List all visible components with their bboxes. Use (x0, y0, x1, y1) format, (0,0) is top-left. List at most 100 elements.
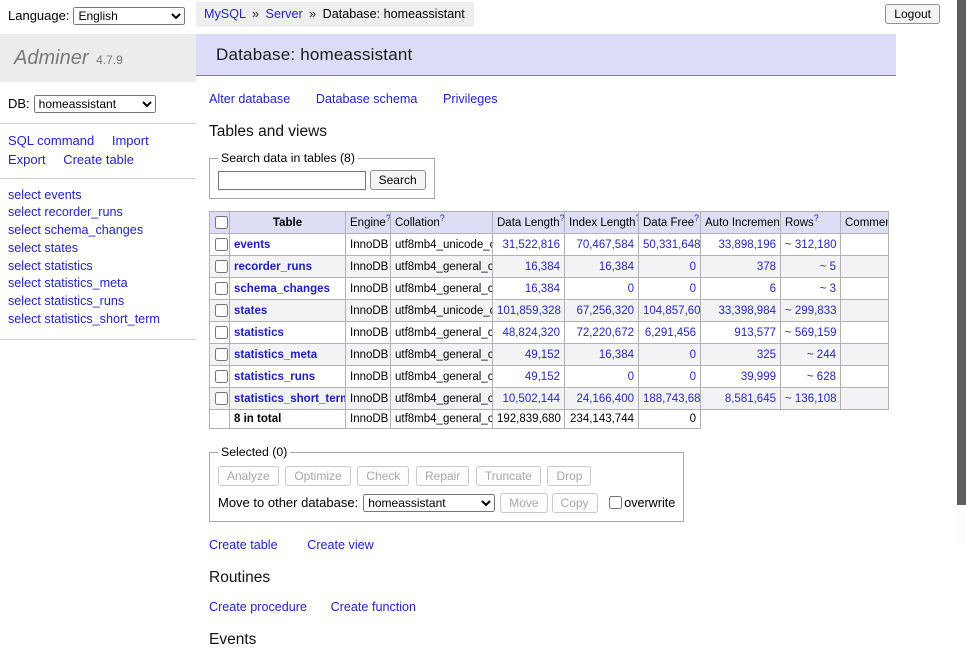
sidebar-item-select-statistics[interactable]: select statistics (8, 258, 188, 276)
data-length-link[interactable]: 49,152 (525, 371, 560, 383)
sidebar-create-table-link[interactable]: Create table (63, 152, 134, 167)
auto-increment-link[interactable]: 6 (770, 283, 776, 295)
table-link[interactable]: statistics_meta (234, 349, 317, 361)
data-length-help-link[interactable]: ? (560, 213, 565, 223)
sidebar-item-select-events[interactable]: select events (8, 187, 188, 205)
rows-link[interactable]: ~ 312,180 (785, 239, 836, 251)
create-view-link[interactable]: Create view (307, 538, 374, 552)
table-link[interactable]: states (234, 305, 267, 317)
sidebar-item-select-recorder-runs[interactable]: select recorder_runs (8, 204, 188, 222)
collation-help-link[interactable]: ? (440, 213, 445, 223)
data-length-link[interactable]: 16,384 (525, 261, 560, 273)
index-length-link[interactable]: 72,220,672 (576, 327, 634, 339)
alter-database-link[interactable]: Alter database (209, 92, 290, 106)
index-length-link[interactable]: 70,467,584 (576, 239, 634, 251)
auto-increment-link[interactable]: 39,999 (741, 371, 776, 383)
data-length-link[interactable]: 31,522,816 (502, 239, 560, 251)
data-free-link[interactable]: 6,291,456 (645, 327, 696, 339)
data-length-link[interactable]: 49,152 (525, 349, 560, 361)
auto-increment-link[interactable]: 325 (757, 349, 776, 361)
row-checkbox[interactable] (215, 238, 228, 251)
rows-link[interactable]: ~ 3 (820, 283, 836, 295)
analyze-button[interactable]: Analyze (218, 466, 279, 486)
data-free-link[interactable]: 0 (690, 349, 696, 361)
breadcrumb-server-link[interactable]: Server (266, 7, 303, 21)
table-link[interactable]: statistics_short_term (234, 393, 346, 405)
sidebar-item-select-schema-changes[interactable]: select schema_changes (8, 222, 188, 240)
scrollbar-track[interactable] (956, 0, 966, 543)
rows-link[interactable]: ~ 299,833 (785, 305, 836, 317)
auto-increment-link[interactable]: 33,898,196 (718, 239, 776, 251)
rows-link[interactable]: ~ 628 (807, 371, 836, 383)
breadcrumb-mysql-link[interactable]: MySQL (204, 7, 246, 21)
create-function-link[interactable]: Create function (331, 600, 416, 614)
row-checkbox[interactable] (215, 304, 228, 317)
auto-increment-link[interactable]: 913,577 (734, 327, 776, 339)
create-procedure-link[interactable]: Create procedure (209, 600, 307, 614)
row-checkbox[interactable] (215, 348, 228, 361)
table-link[interactable]: schema_changes (234, 283, 330, 295)
create-table-link[interactable]: Create table (209, 538, 278, 552)
row-checkbox[interactable] (215, 282, 228, 295)
optimize-button[interactable]: Optimize (285, 466, 350, 486)
search-input[interactable] (218, 171, 366, 190)
rows-link[interactable]: ~ 244 (807, 349, 836, 361)
engine-help-link[interactable]: ? (386, 213, 391, 223)
logout-button[interactable]: Logout (885, 4, 940, 24)
table-link[interactable]: recorder_runs (234, 261, 312, 273)
rows-link[interactable]: ~ 569,159 (785, 327, 836, 339)
data-free-link[interactable]: 0 (690, 261, 696, 273)
table-link[interactable]: statistics_runs (234, 371, 315, 383)
truncate-button[interactable]: Truncate (476, 466, 541, 486)
data-free-link[interactable]: 0 (690, 371, 696, 383)
index-length-link[interactable]: 0 (628, 371, 634, 383)
copy-button[interactable]: Copy (552, 493, 598, 513)
index-length-link[interactable]: 67,256,320 (576, 305, 634, 317)
row-checkbox[interactable] (215, 392, 228, 405)
scrollbar-thumb[interactable] (957, 0, 966, 505)
sidebar-sql-command-link[interactable]: SQL command (8, 133, 94, 148)
privileges-link[interactable]: Privileges (443, 92, 498, 106)
data-free-link[interactable]: 104,857,600 (643, 305, 701, 317)
data-free-link[interactable]: 0 (690, 283, 696, 295)
sidebar-item-select-states[interactable]: select states (8, 240, 188, 258)
data-length-link[interactable]: 48,824,320 (502, 327, 560, 339)
search-button[interactable]: Search (370, 170, 426, 190)
rows-link[interactable]: ~ 5 (820, 261, 836, 273)
data-free-link[interactable]: 188,743,680 (643, 393, 701, 405)
row-checkbox[interactable] (215, 260, 228, 273)
drop-button[interactable]: Drop (547, 466, 591, 486)
auto-increment-link[interactable]: 8,581,645 (725, 393, 776, 405)
database-schema-link[interactable]: Database schema (316, 92, 418, 106)
index-length-link[interactable]: 16,384 (599, 261, 634, 273)
data-length-link[interactable]: 101,859,328 (497, 305, 561, 317)
data-length-link[interactable]: 10,502,144 (502, 393, 560, 405)
check-button[interactable]: Check (357, 466, 409, 486)
move-db-select[interactable]: homeassistant (363, 494, 495, 512)
language-select[interactable]: English (73, 7, 185, 25)
row-checkbox[interactable] (215, 370, 228, 383)
index-length-link[interactable]: 0 (628, 283, 634, 295)
index-length-link[interactable]: 24,166,400 (576, 393, 634, 405)
table-link[interactable]: statistics (234, 327, 284, 339)
overwrite-checkbox[interactable] (609, 496, 622, 509)
select-all-checkbox[interactable] (215, 216, 228, 229)
table-link[interactable]: events (234, 239, 270, 251)
db-select[interactable]: homeassistant (34, 95, 156, 113)
row-checkbox[interactable] (215, 326, 228, 339)
sidebar-item-select-statistics-short-term[interactable]: select statistics_short_term (8, 311, 188, 329)
sidebar-export-link[interactable]: Export (8, 152, 46, 167)
rows-link[interactable]: ~ 136,108 (785, 393, 836, 405)
auto-increment-link[interactable]: 33,398,984 (718, 305, 776, 317)
auto-increment-link[interactable]: 378 (757, 261, 776, 273)
sidebar-import-link[interactable]: Import (112, 133, 149, 148)
data-free-link[interactable]: 50,331,648 (643, 239, 701, 251)
data-length-link[interactable]: 16,384 (525, 283, 560, 295)
sidebar-item-select-statistics-runs[interactable]: select statistics_runs (8, 293, 188, 311)
index-length-link[interactable]: 16,384 (599, 349, 634, 361)
sidebar-item-select-statistics-meta[interactable]: select statistics_meta (8, 275, 188, 293)
rows-help-link[interactable]: ? (814, 213, 819, 223)
move-button[interactable]: Move (500, 493, 547, 513)
data-free-help-link[interactable]: ? (694, 213, 699, 223)
repair-button[interactable]: Repair (416, 466, 469, 486)
